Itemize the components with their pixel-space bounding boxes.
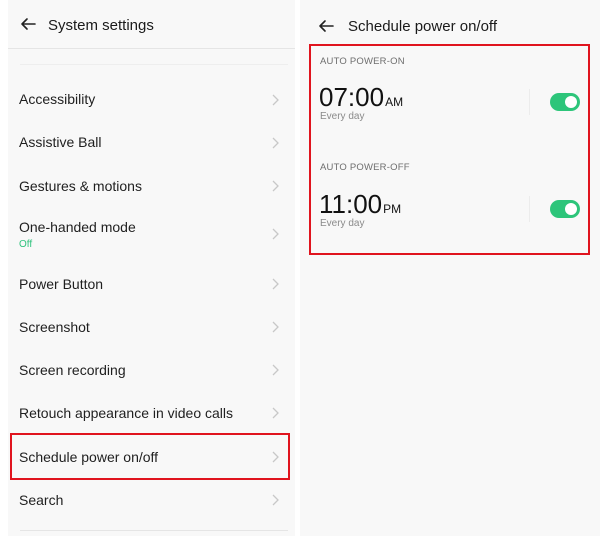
auto-power-on-toggle[interactable] xyxy=(550,93,580,111)
item-status: Off xyxy=(19,239,33,250)
chevron-right-icon xyxy=(272,321,279,333)
highlight-box-schedule-power xyxy=(10,433,290,480)
settings-item-power-button[interactable]: Power Button xyxy=(8,262,295,305)
settings-item-screen-recording[interactable]: Screen recording xyxy=(8,348,295,391)
chevron-right-icon xyxy=(272,494,279,506)
bottom-divider xyxy=(20,530,288,531)
settings-item-assistive-ball[interactable]: Assistive Ball xyxy=(8,121,295,164)
auto-power-on-repeat: Every day xyxy=(320,111,365,122)
chevron-right-icon xyxy=(272,180,279,192)
item-label: Screenshot xyxy=(19,319,90,335)
auto-power-off-repeat: Every day xyxy=(320,218,365,229)
arrow-left-icon[interactable] xyxy=(317,17,335,35)
time-value: 07:00 xyxy=(319,82,385,112)
page-title: System settings xyxy=(48,17,154,34)
settings-item-search[interactable]: Search xyxy=(8,478,295,521)
meridiem: PM xyxy=(383,202,402,216)
toggle-knob xyxy=(565,96,577,108)
header: Schedule power on/off xyxy=(300,0,600,48)
separator xyxy=(529,196,530,222)
settings-item-screenshot[interactable]: Screenshot xyxy=(8,305,295,348)
page-title: Schedule power on/off xyxy=(348,18,497,35)
item-label: Power Button xyxy=(19,276,104,292)
item-label: Accessibility xyxy=(19,91,96,107)
section-divider xyxy=(20,64,288,65)
item-label: One-handed mode xyxy=(19,219,136,235)
item-label: Search xyxy=(19,492,64,508)
header: System settings xyxy=(8,0,295,48)
chevron-right-icon xyxy=(272,364,279,376)
meridiem: AM xyxy=(385,95,404,109)
auto-power-off-label: AUTO POWER-OFF xyxy=(320,162,410,173)
toggle-knob xyxy=(565,203,577,215)
separator xyxy=(529,89,530,115)
chevron-right-icon xyxy=(272,137,279,149)
auto-power-on-label: AUTO POWER-ON xyxy=(320,56,405,67)
item-label: Screen recording xyxy=(19,362,126,378)
chevron-right-icon xyxy=(272,407,279,419)
settings-item-one-handed-mode[interactable]: One-handed mode Off xyxy=(8,207,295,262)
item-label: Gestures & motions xyxy=(19,178,142,194)
settings-item-retouch-appearance[interactable]: Retouch appearance in video calls xyxy=(8,391,295,434)
item-label: Assistive Ball xyxy=(19,134,102,150)
chevron-right-icon xyxy=(272,228,279,240)
arrow-left-icon[interactable] xyxy=(19,15,37,33)
chevron-right-icon xyxy=(272,94,279,106)
header-divider xyxy=(8,48,295,49)
time-value: 11:00 xyxy=(319,189,383,219)
auto-power-on-time[interactable]: 07:00AM xyxy=(319,82,403,113)
settings-item-gestures-motions[interactable]: Gestures & motions xyxy=(8,164,295,207)
settings-item-accessibility[interactable]: Accessibility xyxy=(8,78,295,121)
item-label: Retouch appearance in video calls xyxy=(19,405,234,421)
auto-power-off-time[interactable]: 11:00PM xyxy=(319,189,401,220)
chevron-right-icon xyxy=(272,278,279,290)
auto-power-off-toggle[interactable] xyxy=(550,200,580,218)
